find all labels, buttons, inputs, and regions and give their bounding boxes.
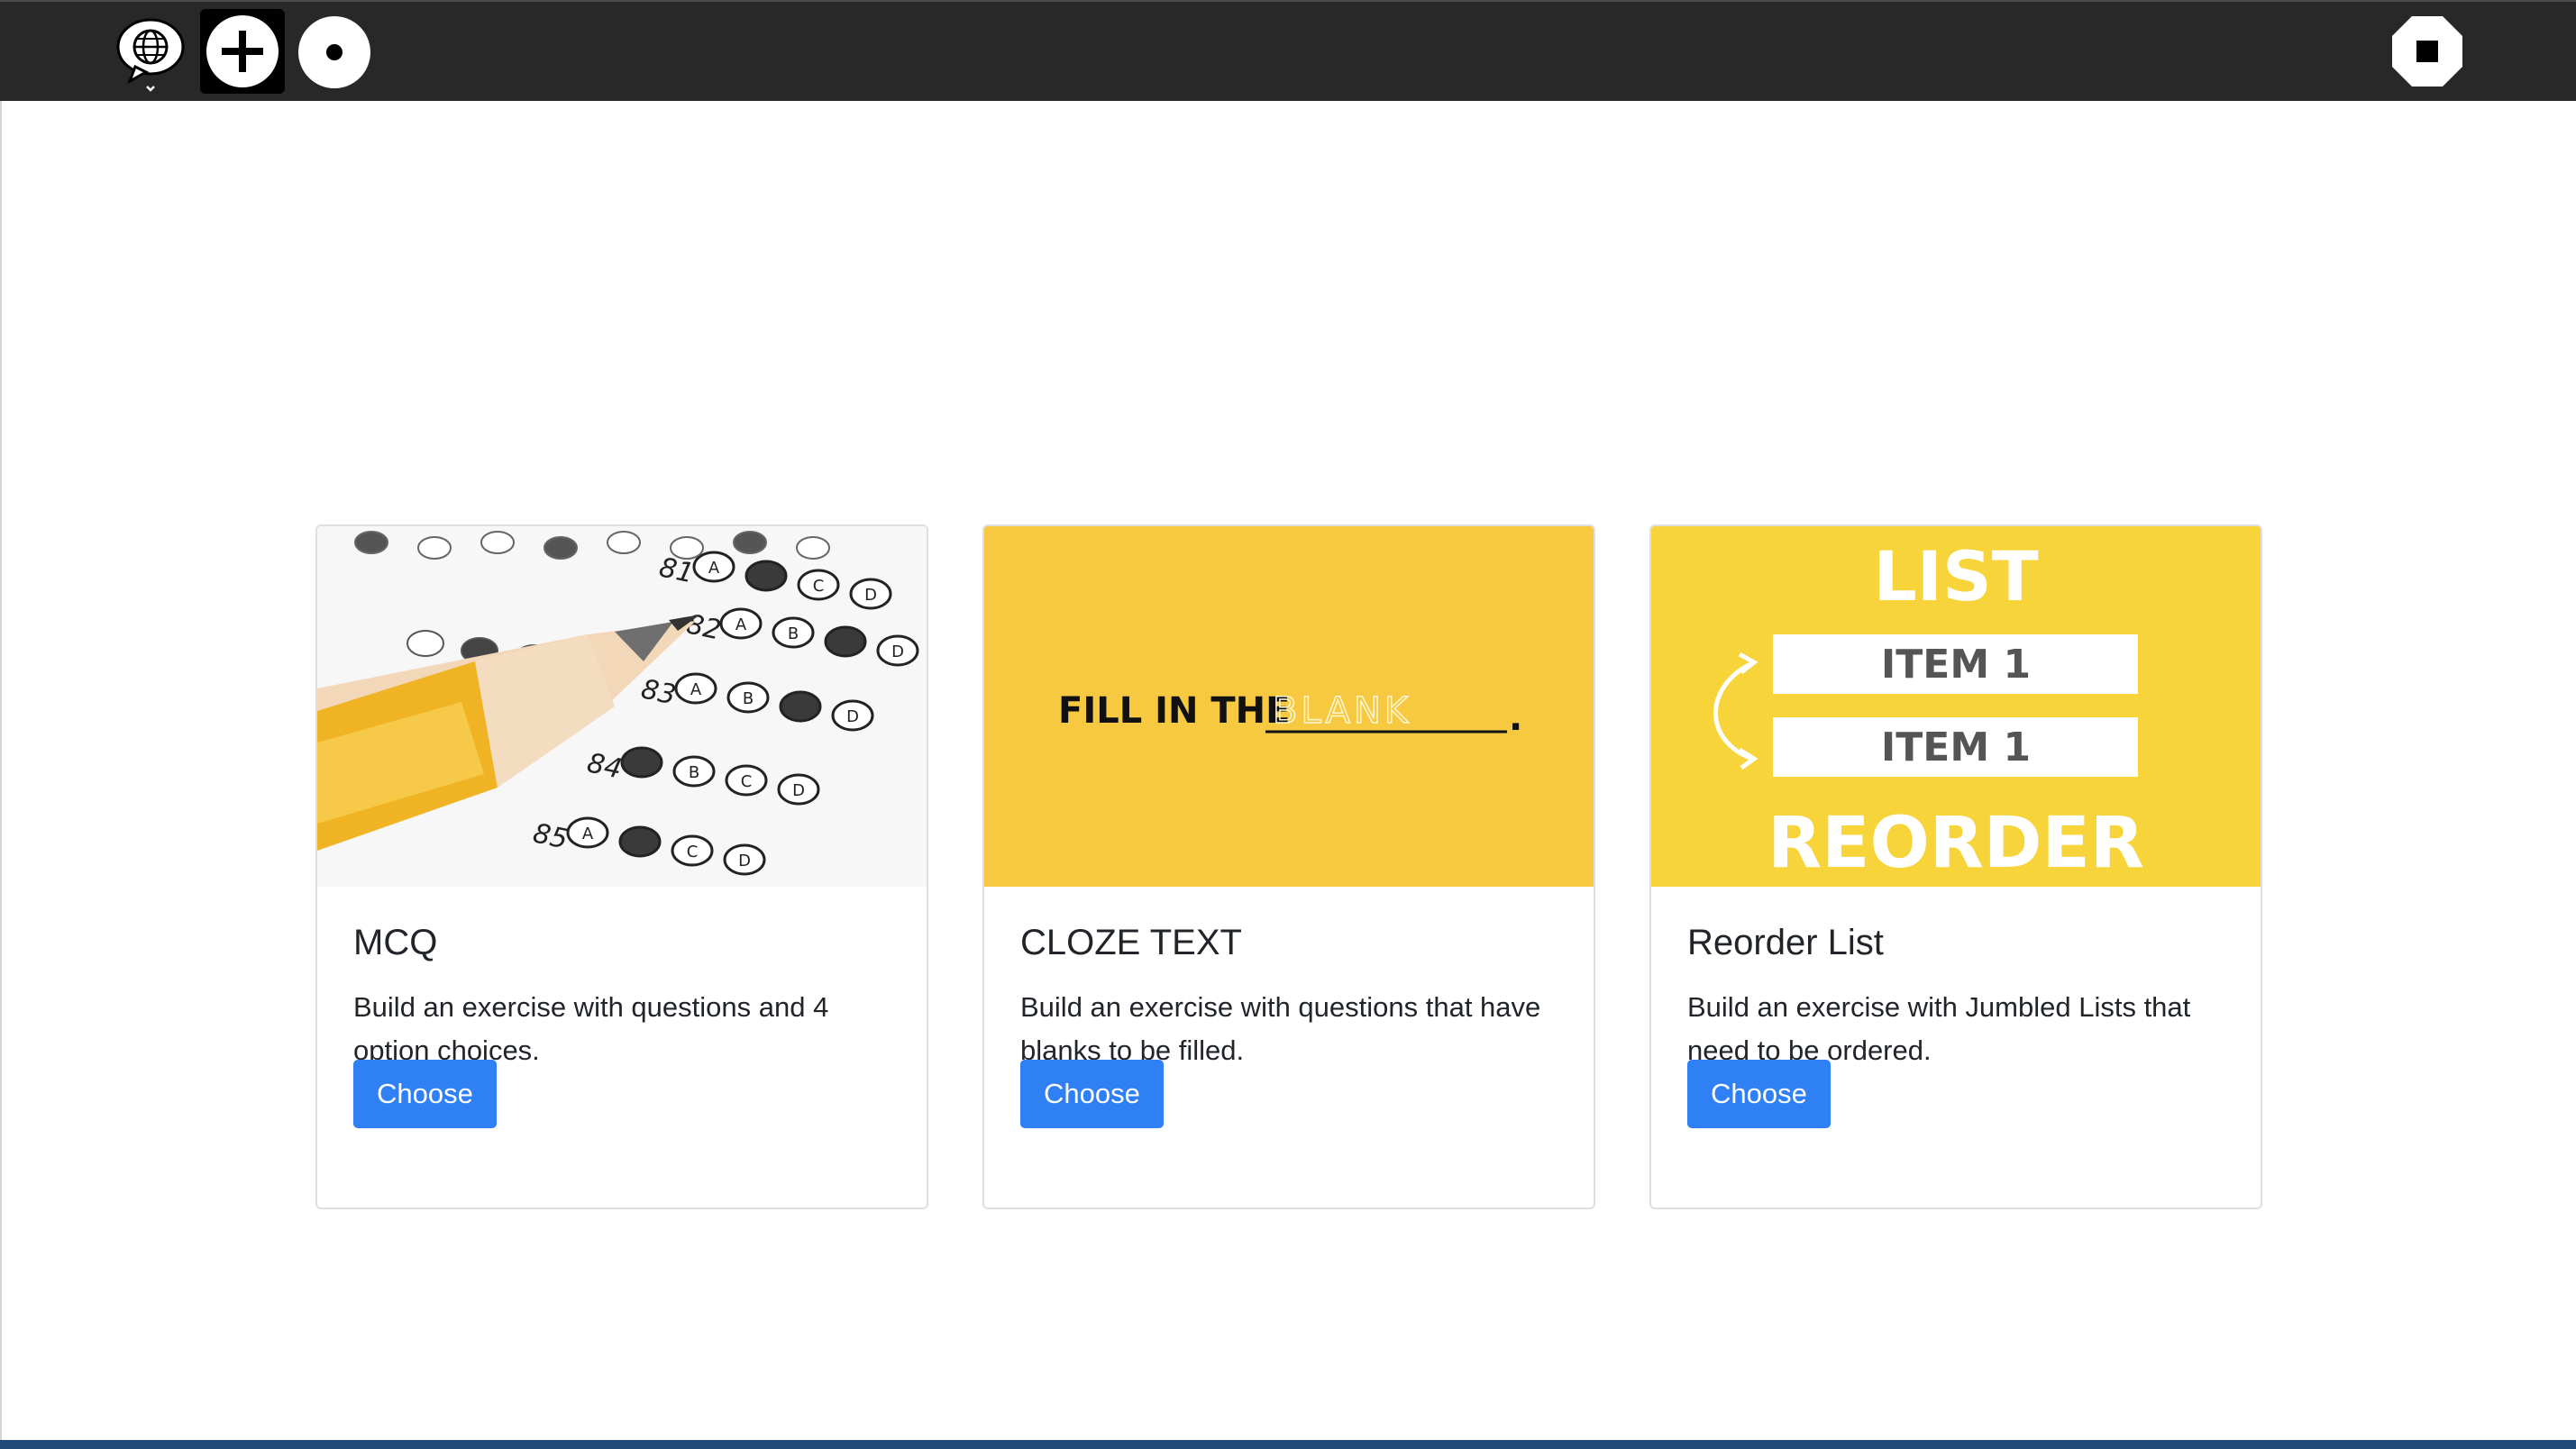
card-title: MCQ <box>353 923 438 962</box>
bubble-letter: C <box>741 772 753 791</box>
choose-reorder-button[interactable]: Choose <box>1687 1060 1831 1128</box>
bubble-letter: A <box>690 680 702 699</box>
answer-bubble <box>824 625 867 658</box>
bubble-letter: D <box>891 642 904 661</box>
bubble-letter: D <box>864 586 877 605</box>
answer-bubble <box>354 531 388 554</box>
answer-bubble <box>618 825 662 858</box>
answer-bubble <box>733 531 767 554</box>
card-title: CLOZE TEXT <box>1020 923 1242 962</box>
card-mcq: ACDABDABDBCDACD 81 82 83 84 85 MCQ Build an … <box>315 524 928 1209</box>
bubble-letter: A <box>582 825 594 843</box>
card-cloze: FILL IN THE BLANK . CLOZE TEXT Build an … <box>982 524 1595 1209</box>
record-icon <box>298 16 370 88</box>
add-button[interactable] <box>200 9 285 94</box>
bubble-letter: A <box>708 559 720 578</box>
stop-icon <box>2392 16 2462 87</box>
reorder-image-item: ITEM 1 <box>1881 724 2031 770</box>
bubble-letter: D <box>846 707 859 726</box>
reorder-image-heading: LIST <box>1873 536 2038 616</box>
choose-cloze-button[interactable]: Choose <box>1020 1060 1164 1128</box>
top-toolbar <box>0 0 2576 101</box>
stop-button[interactable] <box>2385 9 2470 94</box>
card-reorder: LIST ITEM 1 ITEM 1 REORDER Reorder List … <box>1649 524 2262 1209</box>
choose-mcq-button[interactable]: Choose <box>353 1060 497 1128</box>
network-chat-icon <box>116 18 185 92</box>
add-icon <box>206 15 279 87</box>
bubble-letter: B <box>788 624 799 643</box>
bubble-letter: D <box>738 852 751 870</box>
answer-bubble <box>607 531 641 554</box>
cloze-image-blank: BLANK <box>1273 690 1411 732</box>
activity-cards: ACDABDABDBCDACD 81 82 83 84 85 MCQ Build an … <box>315 524 2264 1209</box>
answer-bubble <box>480 531 515 554</box>
answer-bubble <box>406 630 444 657</box>
reorder-image: LIST ITEM 1 ITEM 1 REORDER <box>1651 526 2261 887</box>
page-edge <box>0 101 2 1440</box>
fill-in-blank-illustration: FILL IN THE BLANK . <box>984 526 1594 887</box>
answer-sheet-illustration: AC DA BDA BDB C DAC D 8182838485 <box>317 526 927 887</box>
cloze-image-text: FILL IN THE <box>1058 690 1290 732</box>
bubble-letter: C <box>687 843 699 861</box>
bottom-edge <box>0 1440 2576 1449</box>
mcq-image: ACDABDABDBCDACD 81 82 83 84 85 <box>317 526 927 887</box>
bubble-letter: B <box>743 689 754 708</box>
bubble-letter: B <box>689 763 699 782</box>
reorder-image-footer: REORDER <box>1768 803 2144 884</box>
answer-bubble <box>620 746 663 779</box>
answer-bubble <box>744 560 788 592</box>
answer-bubble <box>779 690 822 723</box>
record-button[interactable] <box>292 9 377 94</box>
bubble-letter: C <box>813 577 825 596</box>
answer-bubble <box>544 536 578 560</box>
answer-bubble <box>796 536 830 560</box>
cloze-image-punct: . <box>1509 697 1522 739</box>
bubble-letter: D <box>792 781 805 800</box>
network-chat-button[interactable] <box>108 9 193 94</box>
answer-bubble <box>417 536 452 560</box>
bubble-letter: A <box>735 615 747 634</box>
reorder-list-illustration: LIST ITEM 1 ITEM 1 REORDER <box>1651 526 2261 887</box>
cloze-image: FILL IN THE BLANK . <box>984 526 1594 887</box>
card-title: Reorder List <box>1687 923 1884 962</box>
reorder-image-item: ITEM 1 <box>1881 642 2031 688</box>
